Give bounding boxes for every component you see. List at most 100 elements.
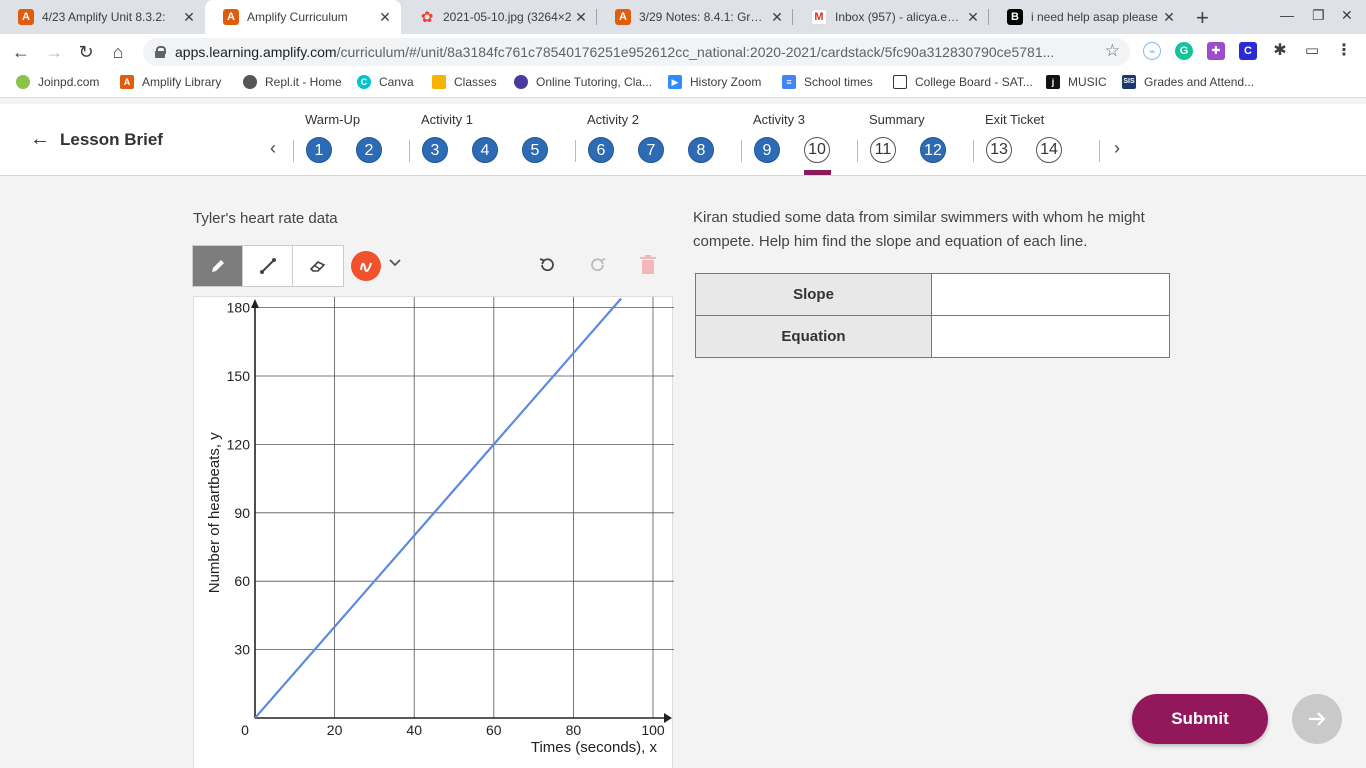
browser-tab[interactable]: B i need help asap please ✕ <box>989 0 1185 34</box>
step-1[interactable]: 1 <box>306 137 332 163</box>
photos-favicon-icon: ✿ <box>420 9 434 26</box>
next-button[interactable] <box>1292 694 1342 744</box>
chevron-left-icon[interactable]: ‹ <box>270 138 276 159</box>
bookmark-item[interactable]: Classes <box>432 75 497 89</box>
squiggle-icon <box>360 262 372 272</box>
step-4[interactable]: 4 <box>472 137 498 163</box>
step-7[interactable]: 7 <box>638 137 664 163</box>
forward-icon[interactable]: → <box>42 40 66 64</box>
reload-icon[interactable]: ↻ <box>74 40 98 64</box>
lesson-brief-label: Lesson Brief <box>60 129 163 149</box>
bookmark-item[interactable]: j MUSIC <box>1046 75 1107 89</box>
close-tab-icon[interactable]: ✕ <box>965 9 981 26</box>
pencil-tool-button[interactable] <box>193 246 243 286</box>
google-docs-icon: ≡ <box>782 75 796 89</box>
browser-tab[interactable]: ✿ 2021-05-10.jpg (3264×2 ✕ <box>401 0 597 34</box>
redo-button[interactable] <box>587 254 609 276</box>
chevron-right-icon[interactable]: › <box>1114 138 1120 159</box>
bookmark-item[interactable]: C Canva <box>357 75 414 89</box>
chevron-down-icon[interactable] <box>388 256 402 275</box>
equation-input[interactable] <box>931 315 1170 358</box>
redo-icon <box>591 258 606 272</box>
back-icon[interactable]: ← <box>9 40 33 64</box>
bookmark-item[interactable]: Repl.it - Home <box>243 75 342 89</box>
new-tab-icon[interactable]: + <box>1196 5 1209 31</box>
step-14[interactable]: 14 <box>1036 137 1062 163</box>
close-tab-icon[interactable]: ✕ <box>181 9 197 26</box>
bookmark-item[interactable]: A Amplify Library <box>120 75 221 89</box>
bookmark-label: Canva <box>379 75 414 89</box>
bookmark-item[interactable]: Online Tutoring, Cla... <box>514 75 652 89</box>
home-icon[interactable]: ⌂ <box>106 40 130 64</box>
restore-icon[interactable]: ❐ <box>1312 7 1325 24</box>
pen-color-button[interactable] <box>351 251 381 281</box>
step-10-current[interactable]: 10 <box>804 137 830 163</box>
step-3[interactable]: 3 <box>422 137 448 163</box>
browser-tab[interactable]: A 3/29 Notes: 8.4.1: Graph ✕ <box>597 0 793 34</box>
canva-icon: C <box>357 75 371 89</box>
bookmark-item[interactable]: College Board - SAT... <box>893 75 1033 89</box>
step-6[interactable]: 6 <box>588 137 614 163</box>
bookmark-star-icon[interactable]: ☆ <box>1105 41 1120 61</box>
bookmark-label: Repl.it - Home <box>265 75 342 89</box>
step-2[interactable]: 2 <box>356 137 382 163</box>
graph-canvas[interactable]: 0 20 40 60 80 100 30 60 90 120 150 180 Times (second… <box>193 296 674 768</box>
bookmark-item[interactable]: ≡ School times <box>782 75 873 89</box>
submit-button[interactable]: Submit <box>1132 694 1268 744</box>
group-label-summary: Summary <box>869 112 925 127</box>
cast-icon[interactable]: ▭ <box>1303 42 1321 60</box>
college-board-icon <box>893 75 907 89</box>
step-8[interactable]: 8 <box>688 137 714 163</box>
step-11[interactable]: 11 <box>870 137 896 163</box>
close-tab-icon[interactable]: ✕ <box>573 9 589 26</box>
step-5[interactable]: 5 <box>522 137 548 163</box>
bookmark-item[interactable]: ▶ History Zoom <box>668 75 761 89</box>
y-tick-label: 180 <box>227 300 251 316</box>
group-divider <box>741 140 742 162</box>
eraser-tool-button[interactable] <box>293 246 343 286</box>
step-9[interactable]: 9 <box>754 137 780 163</box>
close-tab-icon[interactable]: ✕ <box>769 9 785 26</box>
step-12[interactable]: 12 <box>920 137 946 163</box>
tab-title: Inbox (957) - alicya.estra <box>835 10 965 24</box>
minimize-icon[interactable]: — <box>1280 7 1294 23</box>
menu-kebab-icon[interactable]: ⋮ <box>1335 42 1353 60</box>
grammarly-icon[interactable]: G <box>1175 42 1193 60</box>
extension-icon[interactable]: ⌁ <box>1143 42 1161 60</box>
extensions-puzzle-icon[interactable]: ✱ <box>1271 42 1289 60</box>
y-tick-label: 60 <box>234 573 250 589</box>
extension-c-icon[interactable]: C <box>1239 42 1257 60</box>
browser-tab[interactable]: A 4/23 Amplify Unit 8.3.2: ✕ <box>0 0 205 34</box>
delete-button[interactable] <box>637 254 659 276</box>
lesson-brief-button[interactable]: ← Lesson Brief <box>30 128 163 151</box>
slope-input[interactable] <box>931 273 1170 316</box>
table-row: Slope <box>695 273 1170 316</box>
bookmark-label: MUSIC <box>1068 75 1107 89</box>
y-tick-label: 120 <box>227 436 251 452</box>
graph-title: Tyler's heart rate data <box>193 210 338 227</box>
tutoring-icon <box>514 75 528 89</box>
line-tool-button[interactable] <box>243 246 293 286</box>
x-tick-label: 20 <box>327 722 343 738</box>
heart-rate-chart: 0 20 40 60 80 100 30 60 90 120 150 180 Times (second… <box>206 297 674 756</box>
step-13[interactable]: 13 <box>986 137 1012 163</box>
close-tab-icon[interactable]: ✕ <box>1161 9 1177 26</box>
browser-tab[interactable]: M Inbox (957) - alicya.estra ✕ <box>793 0 989 34</box>
browser-tab-active[interactable]: A Amplify Curriculum ✕ <box>205 0 401 34</box>
x-axis-label: Times (seconds), x <box>531 739 658 756</box>
amplify-favicon-icon: A <box>615 9 631 25</box>
pencil-icon <box>211 260 224 272</box>
bookmark-item[interactable]: SIS Grades and Attend... <box>1122 75 1254 89</box>
undo-button[interactable] <box>536 254 558 276</box>
extension-puzzle-purple-icon[interactable]: ✚ <box>1207 42 1225 60</box>
tab-title: 3/29 Notes: 8.4.1: Graph <box>639 10 769 24</box>
pear-deck-icon <box>16 75 30 89</box>
arrow-left-icon: ← <box>30 128 50 150</box>
bookmark-item[interactable]: Joinpd.com <box>16 75 99 89</box>
address-bar[interactable]: apps.learning.amplify.com/curriculum/#/u… <box>143 38 1130 66</box>
undo-icon <box>539 258 554 272</box>
line-segment-icon <box>259 258 276 274</box>
close-window-icon[interactable]: ✕ <box>1341 7 1353 24</box>
close-tab-icon[interactable]: ✕ <box>377 9 393 26</box>
table-row: Equation <box>695 315 1170 358</box>
